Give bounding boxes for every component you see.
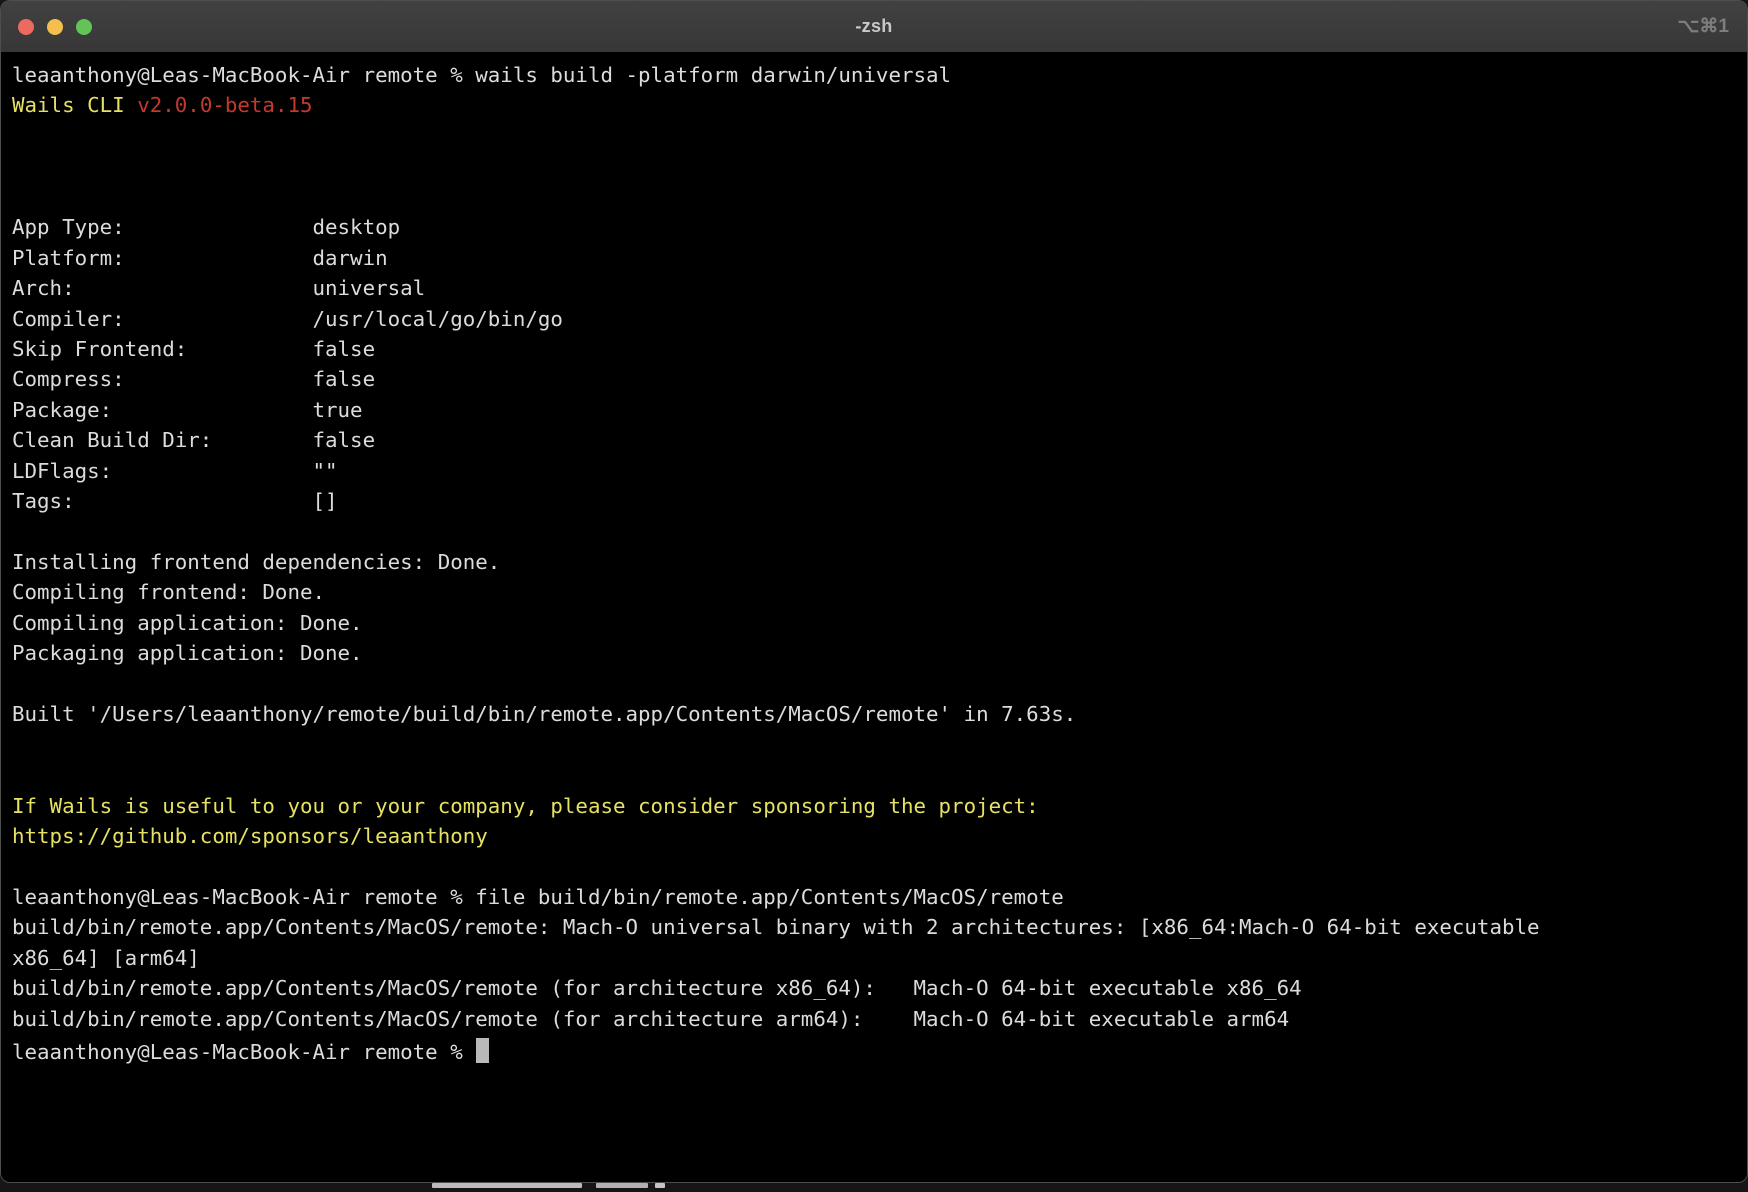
terminal-line: build/bin/remote.app/Contents/MacOS/remo…: [12, 912, 1743, 942]
terminal-text: App Type: desktop: [12, 215, 400, 239]
terminal-line: Package: true: [12, 395, 1743, 425]
terminal-line: Arch: universal: [12, 273, 1743, 303]
terminal-text: If Wails is useful to you or your compan…: [12, 794, 1039, 818]
terminal-line: [12, 151, 1743, 181]
zoom-button[interactable]: [76, 19, 92, 35]
background-text-fragment: [432, 1183, 582, 1188]
background-text-fragment: [596, 1183, 648, 1188]
titlebar[interactable]: -zsh ⌥⌘1: [1, 1, 1747, 53]
window-title: -zsh: [1, 16, 1747, 37]
terminal-text: Compress: false: [12, 367, 375, 391]
tab-shortcut-hint: ⌥⌘1: [1678, 1, 1729, 52]
terminal-text: leaanthony@Leas-MacBook-Air remote % wai…: [12, 63, 951, 87]
terminal-line: https://github.com/sponsors/leaanthony: [12, 821, 1743, 851]
terminal-line: Built '/Users/leaanthony/remote/build/bi…: [12, 699, 1743, 729]
terminal-line: [12, 182, 1743, 212]
terminal-text: Arch: universal: [12, 276, 425, 300]
terminal-text: Skip Frontend: false: [12, 337, 375, 361]
terminal-line: build/bin/remote.app/Contents/MacOS/remo…: [12, 973, 1743, 1003]
terminal-line: Clean Build Dir: false: [12, 425, 1743, 455]
terminal-line: [12, 851, 1743, 881]
terminal-text: Compiling frontend: Done.: [12, 580, 325, 604]
terminal-line: [12, 517, 1743, 547]
terminal-line: leaanthony@Leas-MacBook-Air remote %: [12, 1034, 1743, 1064]
terminal-text: v2.0.0-beta.15: [137, 93, 312, 117]
terminal-line: LDFlags: "": [12, 456, 1743, 486]
terminal-text: Platform: darwin: [12, 246, 388, 270]
terminal-text: Compiling application: Done.: [12, 611, 363, 635]
terminal-text: Tags: []: [12, 489, 338, 513]
terminal-text: Clean Build Dir: false: [12, 428, 375, 452]
terminal-line: build/bin/remote.app/Contents/MacOS/remo…: [12, 1004, 1743, 1034]
terminal-line: App Type: desktop: [12, 212, 1743, 242]
background-text-fragment: [655, 1183, 665, 1188]
terminal-text: Packaging application: Done.: [12, 641, 363, 665]
terminal-text: leaanthony@Leas-MacBook-Air remote % fil…: [12, 885, 1064, 909]
terminal-line: Compress: false: [12, 364, 1743, 394]
terminal-body[interactable]: leaanthony@Leas-MacBook-Air remote % wai…: [1, 53, 1747, 1183]
terminal-line: Platform: darwin: [12, 243, 1743, 273]
terminal-line: [12, 730, 1743, 760]
terminal-line: Tags: []: [12, 486, 1743, 516]
terminal-text: build/bin/remote.app/Contents/MacOS/remo…: [12, 1007, 1289, 1031]
traffic-lights: [18, 1, 92, 52]
terminal-line: leaanthony@Leas-MacBook-Air remote % fil…: [12, 882, 1743, 912]
terminal-text: Compiler: /usr/local/go/bin/go: [12, 307, 563, 331]
terminal-text: https://github.com/sponsors/leaanthony: [12, 824, 488, 848]
terminal-text: Package: true: [12, 398, 363, 422]
terminal-text: Wails CLI: [12, 93, 137, 117]
terminal-line: x86_64] [arm64]: [12, 943, 1743, 973]
terminal-line: [12, 121, 1743, 151]
minimize-button[interactable]: [47, 19, 63, 35]
terminal-line: Compiler: /usr/local/go/bin/go: [12, 304, 1743, 334]
terminal-text: Installing frontend dependencies: Done.: [12, 550, 500, 574]
terminal-text: x86_64] [arm64]: [12, 946, 200, 970]
terminal-line: Packaging application: Done.: [12, 638, 1743, 668]
terminal-line: [12, 760, 1743, 790]
terminal-text: build/bin/remote.app/Contents/MacOS/remo…: [12, 915, 1540, 939]
terminal-line: Wails CLI v2.0.0-beta.15: [12, 90, 1743, 120]
terminal-text: build/bin/remote.app/Contents/MacOS/remo…: [12, 976, 1302, 1000]
terminal-line: Installing frontend dependencies: Done.: [12, 547, 1743, 577]
terminal-line: Compiling application: Done.: [12, 608, 1743, 638]
terminal-line: [12, 669, 1743, 699]
terminal-cursor: [476, 1038, 489, 1063]
terminal-window: -zsh ⌥⌘1 leaanthony@Leas-MacBook-Air rem…: [0, 0, 1748, 1183]
terminal-line: leaanthony@Leas-MacBook-Air remote % wai…: [12, 60, 1743, 90]
terminal-line: Skip Frontend: false: [12, 334, 1743, 364]
terminal-line: Compiling frontend: Done.: [12, 577, 1743, 607]
terminal-text: LDFlags: "": [12, 459, 338, 483]
terminal-text: Built '/Users/leaanthony/remote/build/bi…: [12, 702, 1076, 726]
terminal-text: leaanthony@Leas-MacBook-Air remote %: [12, 1040, 475, 1064]
close-button[interactable]: [18, 19, 34, 35]
terminal-line: If Wails is useful to you or your compan…: [12, 791, 1743, 821]
